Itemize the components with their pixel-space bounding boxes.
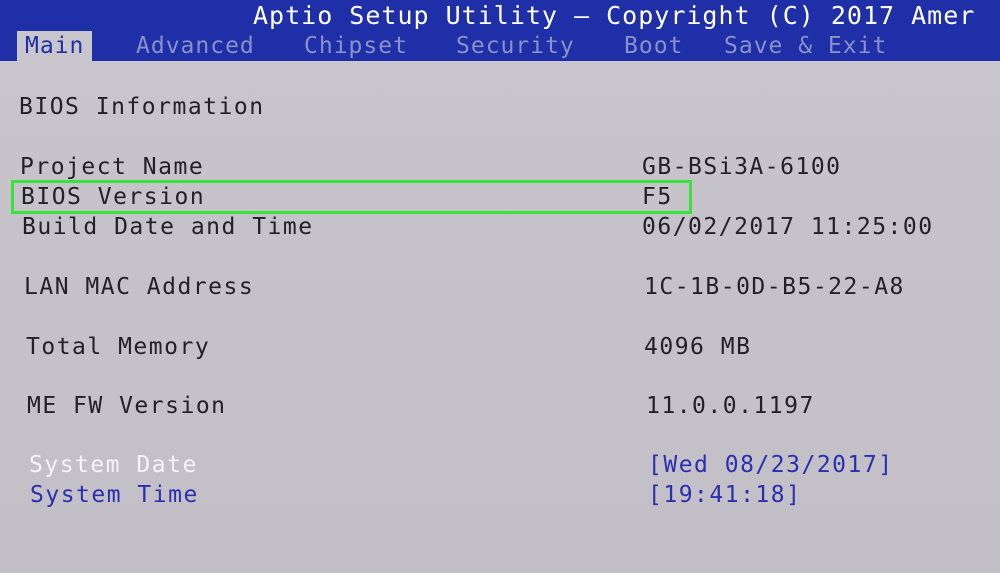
tab-boot[interactable]: Boot	[624, 31, 683, 61]
label-system-date[interactable]: System Date	[29, 451, 198, 479]
tab-save-exit[interactable]: Save & Exit	[724, 31, 887, 61]
value-me-fw-version: 11.0.0.1197	[646, 393, 815, 419]
value-system-time[interactable]: [19:41:18]	[648, 481, 801, 509]
label-system-time[interactable]: System Time	[30, 481, 199, 509]
header-bar: Aptio Setup Utility – Copyright (C) 2017…	[0, 0, 1000, 61]
utility-title: Aptio Setup Utility – Copyright (C) 2017…	[253, 1, 976, 30]
value-system-date[interactable]: [Wed 08/23/2017]	[648, 451, 894, 479]
label-bios-version: BIOS Version	[21, 184, 206, 210]
label-total-memory: Total Memory	[26, 334, 211, 360]
tab-chipset[interactable]: Chipset	[304, 31, 408, 61]
bios-setup-screen: Aptio Setup Utility – Copyright (C) 2017…	[0, 0, 1000, 573]
value-lan-mac-address: 1C-1B-0D-B5-22-A8	[644, 274, 905, 300]
label-lan-mac-address: LAN MAC Address	[24, 274, 255, 300]
value-project-name: GB-BSi3A-6100	[642, 154, 842, 180]
label-project-name: Project Name	[20, 154, 205, 180]
tab-main[interactable]: Main	[17, 31, 93, 61]
tab-security[interactable]: Security	[456, 31, 575, 61]
section-title-bios-information: BIOS Information	[19, 94, 265, 120]
tab-bar: Main Advanced Chipset Security Boot Save…	[0, 31, 1000, 61]
value-total-memory: 4096 MB	[644, 334, 752, 360]
value-build-date-time: 06/02/2017 11:25:00	[642, 214, 934, 240]
tab-advanced[interactable]: Advanced	[136, 31, 255, 61]
value-bios-version: F5	[642, 184, 673, 210]
label-build-date-time: Build Date and Time	[22, 214, 314, 240]
label-me-fw-version: ME FW Version	[27, 393, 227, 419]
